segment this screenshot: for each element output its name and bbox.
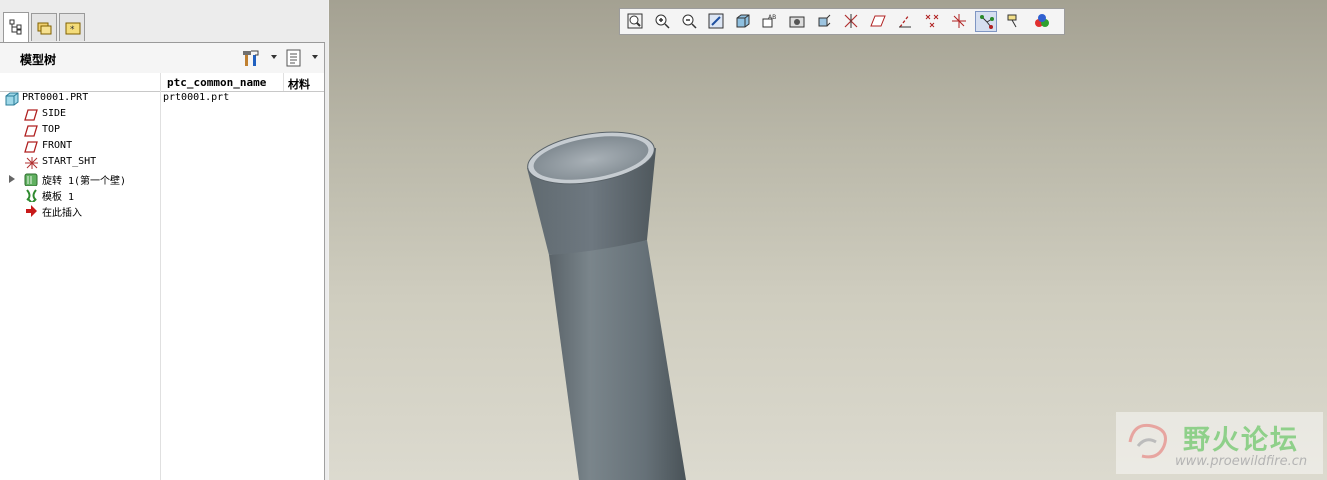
tree-item-side[interactable]: SIDE <box>0 107 324 123</box>
tree-settings-icon <box>243 50 259 66</box>
tree-settings-dropdown-icon[interactable] <box>271 55 277 59</box>
tree-column-headers: ptc_common_name 材料 <box>0 73 324 92</box>
svg-text:AB: AB <box>768 14 776 21</box>
axis-display-icon <box>899 14 911 28</box>
spin-center-button[interactable] <box>975 11 997 32</box>
view-manager-icon <box>789 16 805 28</box>
model-tree-panel: 模型树 ptc_common_name 材料 PRT0001.PRT prt00… <box>0 43 325 480</box>
watermark-logo-icon <box>1128 423 1167 459</box>
refit-icon <box>627 13 643 29</box>
plane-display-button[interactable] <box>867 11 889 32</box>
column-header-material[interactable]: 材料 <box>288 76 310 92</box>
model-tree-header: 模型树 <box>0 43 324 74</box>
zoom-in-button[interactable] <box>651 11 673 32</box>
saved-views-icon: AB <box>762 14 776 28</box>
template-icon <box>26 189 37 202</box>
csys-display-icon <box>952 14 966 28</box>
zoom-out-icon <box>682 14 697 29</box>
csys-display-button[interactable] <box>948 11 970 32</box>
refit-button[interactable] <box>624 11 646 32</box>
appearance-button[interactable] <box>1031 11 1053 32</box>
graphics-viewport[interactable]: AB 野火论坛 www.proewildfire.cn <box>329 0 1327 480</box>
tree-settings-button[interactable] <box>242 47 264 69</box>
display-style-button[interactable] <box>732 11 754 32</box>
pipe-model[interactable] <box>329 0 1327 480</box>
plane-display-icon <box>870 15 886 27</box>
tree-show-dropdown-icon[interactable] <box>312 55 318 59</box>
repaint-button[interactable] <box>705 11 727 32</box>
zoom-out-button[interactable] <box>678 11 700 32</box>
insert-here-arrow-icon <box>26 205 37 217</box>
tree-item-label: 模板 1 <box>42 192 75 203</box>
tree-item-label: START_SHT <box>42 156 97 167</box>
navigator-tabs: * <box>0 0 328 44</box>
point-display-icon <box>925 14 939 28</box>
datum-plane-icon <box>24 109 38 121</box>
perspective-icon <box>818 14 831 27</box>
tree-item-revolve[interactable]: 旋转 1(第一个壁) <box>0 171 324 187</box>
view-toolbar: AB <box>619 8 1065 35</box>
annotation-display-button[interactable] <box>1003 11 1025 32</box>
perspective-button[interactable] <box>813 11 835 32</box>
tree-show-button[interactable] <box>284 47 304 69</box>
revolve-icon <box>24 173 38 186</box>
appearance-icon <box>1035 14 1049 27</box>
tree-item-label: 旋转 1(第一个壁) <box>42 176 127 187</box>
expand-arrow-icon[interactable] <box>9 175 15 183</box>
view-manager-button[interactable] <box>786 11 808 32</box>
tree-item-part[interactable]: PRT0001.PRT prt0001.prt <box>0 91 324 107</box>
axis-display-button[interactable] <box>894 11 916 32</box>
watermark-title: 野火论坛 <box>1183 425 1299 456</box>
datum-display-icon <box>844 14 858 28</box>
watermark: 野火论坛 www.proewildfire.cn <box>1116 412 1323 474</box>
tree-item-label: 在此插入 <box>42 208 82 219</box>
datum-display-button[interactable] <box>840 11 862 32</box>
spin-center-icon <box>980 15 994 29</box>
tree-item-common-name: prt0001.prt <box>163 92 230 103</box>
tree-show-icon <box>286 49 301 67</box>
datum-plane-icon <box>24 141 38 153</box>
datum-plane-icon <box>24 125 38 137</box>
tree-item-label: FRONT <box>42 140 73 151</box>
svg-text:*: * <box>70 25 75 35</box>
saved-views-button[interactable]: AB <box>759 11 781 32</box>
favorites-tab[interactable]: * <box>59 13 85 41</box>
folder-browser-tab[interactable] <box>31 13 57 41</box>
navigator-panel: * 模型树 ptc_common_name 材料 PRT0001.PRT prt… <box>0 0 328 480</box>
point-display-button[interactable] <box>921 11 943 32</box>
tree-item-label: SIDE <box>42 108 67 119</box>
favorites-icon: * <box>65 22 81 35</box>
repaint-icon <box>708 13 724 29</box>
part-icon <box>5 92 19 106</box>
tree-item-label: PRT0001.PRT <box>22 92 89 103</box>
annotation-display-icon <box>1007 14 1017 28</box>
tree-item-csys[interactable]: START_SHT <box>0 155 324 171</box>
coordinate-system-icon <box>25 157 38 169</box>
tree-item-label: TOP <box>42 124 61 135</box>
folder-icon <box>37 22 52 35</box>
model-tree-title: 模型树 <box>20 53 57 67</box>
display-style-icon <box>736 14 750 28</box>
watermark-url: www.proewildfire.cn <box>1175 454 1308 469</box>
zoom-in-icon <box>655 14 670 29</box>
tree-item-insert-here[interactable]: 在此插入 <box>0 203 324 219</box>
tree-item-template[interactable]: 模板 1 <box>0 187 324 203</box>
tree-item-front[interactable]: FRONT <box>0 139 324 155</box>
model-tree-icon <box>9 19 22 35</box>
tree-item-top[interactable]: TOP <box>0 123 324 139</box>
column-header-common-name[interactable]: ptc_common_name <box>167 76 266 89</box>
model-tree-tab[interactable] <box>3 12 29 42</box>
